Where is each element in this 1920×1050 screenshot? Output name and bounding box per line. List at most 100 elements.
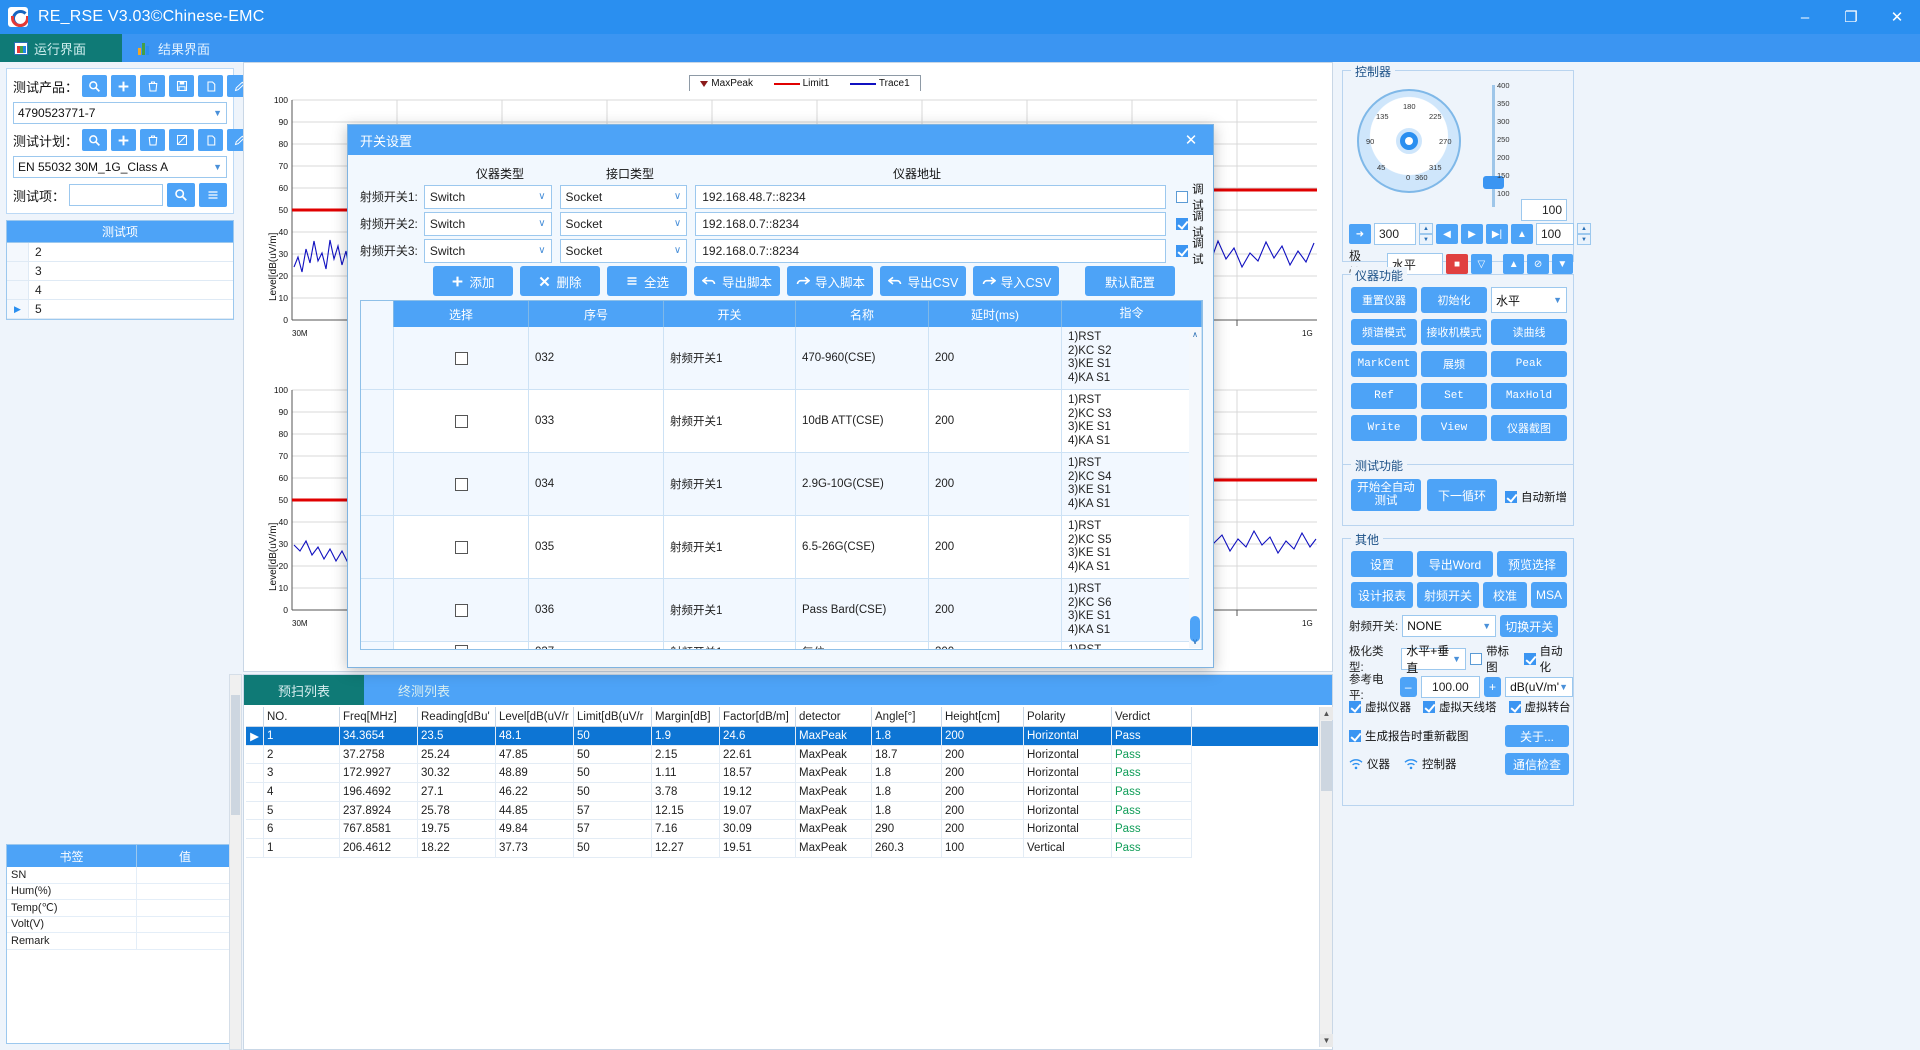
switch3-address-input[interactable]: 192.168.0.7::8234 bbox=[695, 238, 1167, 263]
tab-prescan-list[interactable]: 预扫列表 bbox=[244, 675, 364, 705]
msa-button[interactable]: MSA bbox=[1531, 582, 1567, 608]
switch3-instrument-select[interactable]: Switch ∨ bbox=[423, 238, 552, 263]
col-level[interactable]: Level[dB(uV/r bbox=[496, 707, 574, 726]
peak-button[interactable]: Peak bbox=[1491, 351, 1567, 377]
row-checkbox-cell[interactable] bbox=[394, 579, 529, 641]
view-button[interactable]: View bbox=[1421, 415, 1487, 441]
switch2-address-input[interactable]: 192.168.0.7::8234 bbox=[695, 211, 1167, 236]
tab-result-interface[interactable]: 结果界面 bbox=[124, 34, 234, 62]
table-row[interactable]: 033 射频开关1 10dB ATT(CSE) 200 1)RST 2)KC S3… bbox=[361, 390, 1202, 453]
table-row[interactable]: 3 172.9927 30.32 48.89 50 1.11 18.57 Max… bbox=[246, 764, 1318, 784]
settings-button[interactable]: 设置 bbox=[1351, 551, 1413, 577]
table-row[interactable]: ▶ 1 34.3654 23.5 48.1 50 1.9 24.6 MaxPea… bbox=[246, 727, 1318, 746]
switch1-instrument-select[interactable]: Switch ∨ bbox=[423, 184, 552, 209]
checkbox-icon[interactable] bbox=[1349, 701, 1361, 713]
height-value-input[interactable]: 100 bbox=[1521, 199, 1567, 221]
angle-goto-button[interactable]: ➜ bbox=[1349, 224, 1371, 244]
chart-vertical-scrollbar[interactable] bbox=[229, 674, 242, 1050]
delete-button[interactable]: 删除 bbox=[520, 266, 600, 296]
preview-select-button[interactable]: 预览选择 bbox=[1497, 551, 1567, 577]
checkbox-icon[interactable] bbox=[454, 414, 468, 428]
test-item-list[interactable]: 2 3 4 ▶ 5 bbox=[6, 242, 234, 320]
dialog-close-icon[interactable]: ✕ bbox=[1181, 130, 1201, 150]
virtual-antenna-checkbox[interactable]: 虚拟天线塔 bbox=[1423, 699, 1497, 715]
switch1-interface-select[interactable]: Socket ∨ bbox=[559, 184, 688, 209]
step-up-icon[interactable]: ▲ bbox=[1577, 223, 1591, 234]
angle-ccw-button[interactable]: ◀ bbox=[1436, 224, 1458, 244]
item-menu-button[interactable] bbox=[199, 183, 227, 207]
markcent-button[interactable]: MarkCent bbox=[1351, 351, 1417, 377]
table-row[interactable]: Hum(%) bbox=[7, 883, 233, 900]
plan-add-button[interactable] bbox=[111, 129, 137, 151]
product-search-button[interactable] bbox=[82, 75, 108, 97]
minimize-button[interactable]: – bbox=[1782, 0, 1828, 34]
plan-import-button[interactable] bbox=[198, 129, 224, 151]
polarity-filter-button[interactable]: ▽ bbox=[1470, 254, 1493, 274]
switch1-address-input[interactable]: 192.168.48.7::8234 bbox=[695, 184, 1167, 209]
col-polarity[interactable]: Polarity bbox=[1024, 707, 1112, 726]
col-no[interactable]: NO. bbox=[264, 707, 340, 726]
write-button[interactable]: Write bbox=[1351, 415, 1417, 441]
regen-screenshot-checkbox[interactable]: 生成报告时重新截图 bbox=[1349, 728, 1469, 744]
comm-check-button[interactable]: 通信检查 bbox=[1505, 753, 1569, 775]
spectrum-mode-button[interactable]: 频谱模式 bbox=[1351, 319, 1417, 345]
checkbox-icon[interactable] bbox=[1523, 653, 1536, 665]
angle-up-icon[interactable]: ▲ bbox=[1419, 223, 1433, 234]
about-button[interactable]: 关于... bbox=[1505, 725, 1569, 747]
checkbox-icon[interactable] bbox=[454, 603, 468, 617]
scrollbar-thumb[interactable] bbox=[1321, 721, 1332, 791]
checkbox-icon[interactable] bbox=[1508, 701, 1521, 713]
step-input[interactable]: 100 bbox=[1536, 223, 1574, 245]
results-vertical-scrollbar[interactable]: ▲ ▼ bbox=[1319, 707, 1333, 1047]
bookmark-value[interactable] bbox=[137, 884, 233, 900]
angle-dial[interactable]: 0 45 90 135 180 225 270 315 360 bbox=[1357, 89, 1461, 193]
calibrate-button[interactable]: 校准 bbox=[1483, 582, 1527, 608]
instrument-screenshot-button[interactable]: 仪器截图 bbox=[1491, 415, 1567, 441]
bookmark-value[interactable] bbox=[137, 867, 233, 883]
col-margin[interactable]: Margin[dB] bbox=[652, 707, 720, 726]
scroll-down-icon[interactable]: ▼ bbox=[1320, 1034, 1333, 1047]
plan-export-button[interactable] bbox=[169, 129, 195, 151]
col-limit[interactable]: Limit[dB(uV/r bbox=[574, 707, 652, 726]
switch3-debug-checkbox[interactable]: 调试 bbox=[1176, 235, 1215, 267]
product-delete-button[interactable] bbox=[140, 75, 166, 97]
import-csv-button[interactable]: 导入CSV bbox=[973, 266, 1059, 296]
checkbox-icon[interactable] bbox=[454, 351, 468, 365]
spread-button[interactable]: 展频 bbox=[1421, 351, 1487, 377]
checkbox-icon[interactable] bbox=[1470, 653, 1483, 665]
plan-select[interactable]: EN 55032 30M_1G_Class A ▼ bbox=[13, 156, 227, 178]
height-raise-button[interactable]: ▲ bbox=[1503, 254, 1525, 274]
angle-next-button[interactable]: ▶| bbox=[1486, 224, 1508, 244]
height-stop-button[interactable]: ⊘ bbox=[1527, 254, 1549, 274]
row-checkbox-cell[interactable] bbox=[394, 327, 529, 389]
export-script-button[interactable]: 导出脚本 bbox=[694, 266, 780, 296]
checkbox-icon[interactable] bbox=[454, 477, 468, 491]
col-angle[interactable]: Angle[°] bbox=[872, 707, 942, 726]
grid-vertical-scrollbar[interactable]: ∧ ∨ bbox=[1189, 328, 1201, 648]
switch3-interface-select[interactable]: Socket ∨ bbox=[559, 238, 688, 263]
close-button[interactable]: ✕ bbox=[1874, 0, 1920, 34]
rf-switch-button[interactable]: 射频开关 bbox=[1417, 582, 1479, 608]
checkbox-icon[interactable] bbox=[454, 645, 468, 649]
default-config-button[interactable]: 默认配置 bbox=[1085, 266, 1175, 296]
col-reading[interactable]: Reading[dBu' bbox=[418, 707, 496, 726]
initialize-button[interactable]: 初始化 bbox=[1421, 287, 1487, 313]
plan-search-button[interactable] bbox=[82, 129, 108, 151]
import-script-button[interactable]: 导入脚本 bbox=[787, 266, 873, 296]
next-cycle-button[interactable]: 下一循环 bbox=[1427, 479, 1497, 511]
select-all-button[interactable]: 全选 bbox=[607, 266, 687, 296]
checkbox-icon[interactable] bbox=[1176, 190, 1189, 203]
tab-final-list[interactable]: 终测列表 bbox=[364, 675, 484, 705]
table-row[interactable]: 1 206.4612 18.22 37.73 50 12.27 19.51 Ma… bbox=[246, 839, 1318, 858]
checkbox-icon[interactable] bbox=[1423, 701, 1435, 713]
table-row[interactable]: 5 237.8924 25.78 44.85 57 12.15 19.07 Ma… bbox=[246, 801, 1318, 821]
reset-instrument-button[interactable]: 重置仪器 bbox=[1351, 287, 1417, 313]
step-stepper[interactable]: ▲ ▼ bbox=[1577, 223, 1591, 245]
table-row[interactable]: Remark bbox=[7, 933, 233, 950]
col-freq[interactable]: Freq[MHz] bbox=[340, 707, 418, 726]
table-row[interactable]: 6 767.8581 19.75 49.84 57 7.16 30.09 Max… bbox=[246, 820, 1318, 840]
list-item[interactable]: 2 bbox=[7, 243, 233, 262]
scrollbar-thumb[interactable] bbox=[231, 695, 240, 815]
mode-select[interactable]: 水平 ▼ bbox=[1491, 287, 1567, 313]
polarity-stop-button[interactable]: ■ bbox=[1446, 254, 1468, 274]
